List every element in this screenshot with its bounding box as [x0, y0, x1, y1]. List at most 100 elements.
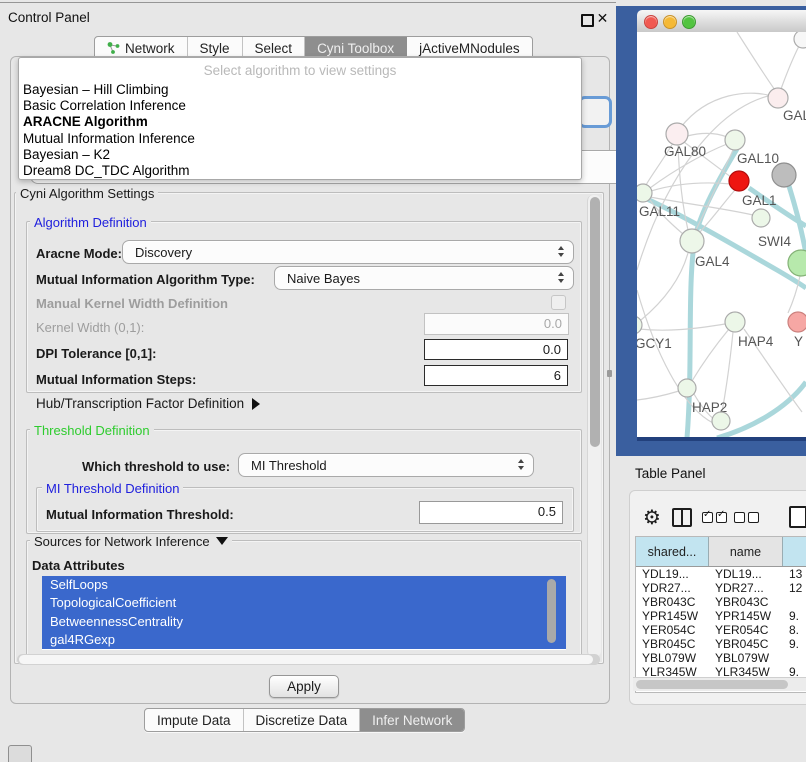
tab-label: Select	[255, 41, 293, 56]
node-gal10[interactable]	[725, 130, 745, 150]
tab-infer-network[interactable]: Infer Network	[360, 709, 464, 731]
algorithm-option[interactable]: Mutual Information Inference	[19, 131, 581, 147]
tab-impute-data[interactable]: Impute Data	[145, 709, 244, 731]
node-table[interactable]: shared...nameA YDL19...YDL19...13YDR27..…	[635, 536, 806, 693]
algorithm-option[interactable]: Basic Correlation Inference	[19, 98, 581, 114]
node-swi4-label: SWI4	[758, 234, 791, 249]
table-header-row: shared...nameA	[636, 537, 806, 567]
settings-hscrollbar[interactable]	[17, 654, 600, 665]
tab-discretize-data[interactable]: Discretize Data	[244, 709, 361, 731]
apply-button[interactable]: Apply	[269, 675, 339, 698]
table-column-header[interactable]: A	[783, 537, 806, 566]
algorithm-select-popup: Select algorithm to view settings Bayesi…	[18, 57, 582, 180]
split-columns-icon[interactable]	[672, 508, 692, 527]
settings-scrollbar[interactable]	[587, 195, 601, 657]
threshold-group-title: Threshold Definition	[30, 423, 154, 438]
inference-algorithm-combo-fragment[interactable]	[578, 96, 612, 128]
table-column-header[interactable]: name	[709, 537, 783, 566]
which-threshold-combo[interactable]: MI Threshold	[238, 453, 534, 477]
settings-scrollbar-thumb[interactable]	[590, 197, 600, 447]
network-canvas[interactable]: GALGAL80GAL10GAL1GAL11GAL4SWI4GCY1HAP4YH…	[637, 32, 806, 437]
mi-steps-field[interactable]: 6	[424, 365, 568, 386]
node-gal-pink[interactable]	[768, 88, 788, 108]
table-row[interactable]: YBL079WYBL079W	[636, 651, 806, 665]
minimize-traffic-light-icon[interactable]	[663, 15, 677, 29]
node-gal4[interactable]	[680, 229, 704, 253]
kernel-width-field[interactable]: 0.0	[424, 313, 569, 335]
aracne-mode-combo[interactable]: Discovery	[122, 240, 574, 264]
expander-collapsed-icon	[252, 398, 260, 410]
table-row[interactable]: YBR043CYBR043C	[636, 595, 806, 609]
float-window-icon[interactable]	[581, 14, 594, 27]
tab-label: Impute Data	[157, 713, 231, 728]
attributes-scrollbar-thumb[interactable]	[547, 579, 556, 643]
table-row[interactable]: YPR145WYPR145W9.	[636, 609, 806, 623]
hub-expander[interactable]: Hub/Transcription Factor Definition	[36, 396, 260, 411]
node-cut-bottom[interactable]	[712, 412, 730, 430]
document-icon[interactable]	[789, 506, 806, 528]
network-graph-icon	[107, 41, 120, 55]
algorithm-option[interactable]: ARACNE Algorithm	[19, 114, 581, 130]
mi-type-combo[interactable]: Naive Bayes	[274, 266, 574, 290]
table-cell: YER054C	[709, 623, 783, 637]
table-row[interactable]: YDR27...YDR27...12	[636, 581, 806, 595]
node-gal-pink-label: GAL	[783, 108, 806, 123]
node-gal11[interactable]	[637, 184, 652, 202]
node-hap4[interactable]	[725, 312, 745, 332]
data-attribute-item[interactable]: TopologicalCoefficient	[42, 594, 566, 612]
node-cut-top[interactable]	[794, 32, 806, 48]
node-gal11-label: GAL11	[639, 204, 680, 219]
table-row[interactable]: YDL19...YDL19...13	[636, 567, 806, 581]
table-cell: YDL19...	[636, 567, 709, 581]
node-gal10-label: GAL10	[737, 151, 779, 166]
screen: Control Panel ✕ Network Style Select Cyn…	[0, 0, 806, 762]
expander-expanded-icon	[216, 537, 228, 545]
node-salmon[interactable]	[788, 312, 806, 332]
aracne-mode-label: Aracne Mode:	[36, 246, 122, 261]
table-hscrollbar-thumb[interactable]	[636, 680, 788, 689]
select-all-columns-icon[interactable]: ✓✓	[702, 511, 730, 526]
close-traffic-light-icon[interactable]	[644, 15, 658, 29]
tab-label: Discretize Data	[256, 713, 348, 728]
deselect-all-columns-icon[interactable]	[734, 511, 762, 526]
node-gal80[interactable]	[666, 123, 688, 145]
data-attribute-item[interactable]: SelfLoops	[42, 576, 566, 594]
close-icon[interactable]: ✕	[596, 12, 609, 25]
docked-panel-icon[interactable]	[8, 745, 32, 762]
node-gal80-label: GAL80	[664, 144, 706, 159]
mi-threshold-field[interactable]: 0.5	[419, 501, 563, 524]
table-row[interactable]: YER054CYER054C8.	[636, 623, 806, 637]
algorithm-option[interactable]: Bayesian – Hill Climbing	[19, 82, 581, 98]
zoom-traffic-light-icon[interactable]	[682, 15, 696, 29]
dpi-tolerance-field[interactable]: 0.0	[424, 339, 568, 360]
mi-type-label: Mutual Information Algorithm Type:	[36, 272, 255, 287]
node-hap2[interactable]	[678, 379, 696, 397]
node-hap4-label: HAP4	[738, 334, 774, 349]
node-gal1[interactable]	[729, 171, 749, 191]
which-threshold-label: Which threshold to use:	[82, 459, 230, 474]
node-gal4-label: GAL4	[695, 254, 730, 269]
manual-kernel-checkbox[interactable]	[551, 295, 566, 310]
table-cell: YBR045C	[709, 637, 783, 651]
algorithm-option[interactable]: Dream8 DC_TDC Algorithm	[19, 163, 581, 179]
table-column-header[interactable]: shared...	[636, 537, 709, 566]
node-swi4[interactable]	[788, 250, 806, 276]
node-gcy1-label: GCY1	[637, 336, 672, 351]
data-attributes-list[interactable]: SelfLoopsTopologicalCoefficientBetweenne…	[42, 576, 566, 650]
table-hscrollbar[interactable]	[633, 677, 806, 691]
gear-icon[interactable]: ⚙	[643, 505, 661, 530]
table-row[interactable]: YBR045CYBR045C9.	[636, 637, 806, 651]
splitpane-grabber[interactable]	[607, 370, 612, 377]
settings-hscrollbar-thumb[interactable]	[19, 655, 593, 664]
node-green-small[interactable]	[752, 209, 770, 227]
algorithm-option[interactable]: Bayesian – K2	[19, 147, 581, 163]
sources-group-title[interactable]: Sources for Network Inference	[30, 534, 232, 549]
tab-label: Style	[200, 41, 230, 56]
data-attribute-item[interactable]: BetweennessCentrality	[42, 613, 566, 631]
mi-threshold-label: Mutual Information Threshold:	[46, 507, 234, 522]
node-gcy1[interactable]	[637, 316, 642, 334]
data-attribute-item[interactable]: gal4RGexp	[42, 631, 566, 649]
table-cell: 9.	[783, 609, 806, 623]
node-gray[interactable]	[772, 163, 796, 187]
table-cell: YPR145W	[709, 609, 783, 623]
